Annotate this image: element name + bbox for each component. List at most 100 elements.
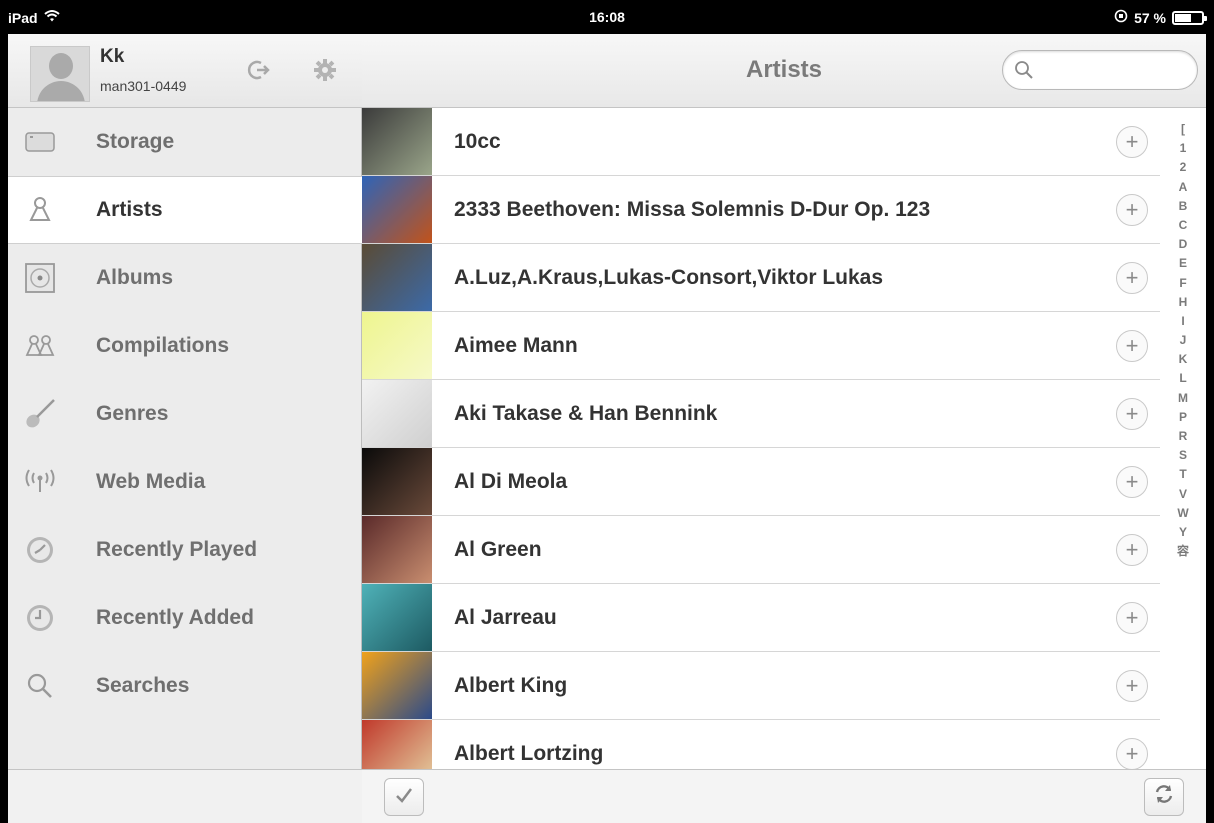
select-button[interactable] <box>384 778 424 816</box>
rotation-lock-icon <box>1114 9 1128 26</box>
sidebar-item-artists[interactable]: Artists <box>8 176 362 244</box>
add-icon[interactable]: + <box>1116 398 1148 430</box>
sidebar-item-label: Compilations <box>96 334 230 357</box>
user-profile: Kk man301-0449 <box>8 34 362 108</box>
artist-name: 2333 Beethoven: Missa Solemnis D-Dur Op.… <box>454 198 931 221</box>
add-icon[interactable]: + <box>1116 262 1148 294</box>
index-letter[interactable]: Y <box>1160 523 1206 542</box>
gear-icon[interactable] <box>312 58 338 84</box>
add-icon[interactable]: + <box>1116 194 1148 226</box>
sidebar-item-searches[interactable]: Searches <box>8 652 362 720</box>
add-icon[interactable]: + <box>1116 534 1148 566</box>
main-panel: Artists 10cc +2333 Beethoven: Missa Solem… <box>362 34 1206 823</box>
artist-row[interactable]: 10cc + <box>362 108 1160 176</box>
avatar[interactable] <box>30 46 90 102</box>
album-artwork <box>362 516 432 583</box>
sidebar-item-label: Recently Added <box>96 606 254 629</box>
artist-name: Al Jarreau <box>454 606 557 629</box>
compilations-icon <box>22 328 58 364</box>
sidebar-item-recently-played[interactable]: Recently Played <box>8 516 362 584</box>
index-letter[interactable]: T <box>1160 465 1206 484</box>
refresh-button[interactable] <box>1144 778 1184 816</box>
artist-row[interactable]: Albert King + <box>362 652 1160 720</box>
index-letter[interactable]: 1 <box>1160 139 1206 158</box>
album-icon <box>22 260 58 296</box>
index-letter[interactable]: F <box>1160 274 1206 293</box>
sidebar-item-label: Artists <box>96 198 163 221</box>
add-icon[interactable]: + <box>1116 126 1148 158</box>
search-input[interactable] <box>1039 57 1189 83</box>
artist-name: Al Green <box>454 538 542 561</box>
artist-name: Aimee Mann <box>454 334 578 357</box>
album-artwork <box>362 108 432 175</box>
sidebar-nav: Storage Artists Albums Compilations Genr… <box>8 108 362 720</box>
index-letter[interactable]: E <box>1160 254 1206 273</box>
index-letter[interactable]: M <box>1160 389 1206 408</box>
sidebar-item-genres[interactable]: Genres <box>8 380 362 448</box>
artist-name: Albert King <box>454 674 568 697</box>
artist-row[interactable]: A.Luz,A.Kraus,Lukas-Consort,Viktor Lukas… <box>362 244 1160 312</box>
checkmark-icon <box>395 786 413 809</box>
album-artwork <box>362 652 432 719</box>
artist-row[interactable]: Al Jarreau + <box>362 584 1160 652</box>
sidebar-item-compilations[interactable]: Compilations <box>8 312 362 380</box>
artist-row[interactable]: Aki Takase & Han Bennink + <box>362 380 1160 448</box>
artist-row[interactable]: Al Green + <box>362 516 1160 584</box>
artist-list: 10cc + 2333 Beethoven: Missa Solemnis D-Du… <box>362 108 1160 769</box>
index-letter[interactable]: J <box>1160 331 1206 350</box>
add-icon[interactable]: + <box>1116 738 1148 769</box>
sidebar-item-label: Albums <box>96 266 174 289</box>
index-letter[interactable]: A <box>1160 178 1206 197</box>
recently-added-icon <box>22 600 58 636</box>
album-artwork <box>362 244 432 311</box>
index-letter[interactable]: L <box>1160 369 1206 388</box>
user-name: Kk <box>100 46 125 67</box>
index-letter[interactable]: K <box>1160 350 1206 369</box>
index-letter[interactable]: V <box>1160 485 1206 504</box>
add-icon[interactable]: + <box>1116 670 1148 702</box>
add-icon[interactable]: + <box>1116 330 1148 362</box>
index-letter[interactable]: 容 <box>1160 542 1206 561</box>
artist-row[interactable]: Al Di Meola + <box>362 448 1160 516</box>
artist-name: Aki Takase & Han Bennink <box>454 402 718 425</box>
toolbar <box>362 769 1206 823</box>
sidebar-item-storage[interactable]: Storage <box>8 108 362 176</box>
sidebar-item-label: Recently Played <box>96 538 258 561</box>
index-letter[interactable]: S <box>1160 446 1206 465</box>
index-letter[interactable]: P <box>1160 408 1206 427</box>
index-letter[interactable]: H <box>1160 293 1206 312</box>
album-artwork <box>362 448 432 515</box>
sidebar-item-albums[interactable]: Albums <box>8 244 362 312</box>
alphabet-index[interactable]: [1 2 A B C D E F H I J K L M P R S T V W Y 容 <box>1160 108 1206 769</box>
artist-row[interactable]: 2333 Beethoven: Missa Solemnis D-Dur Op.… <box>362 176 1160 244</box>
status-bar: iPad 16:08 57 % <box>0 0 1214 34</box>
search-field[interactable] <box>1002 50 1198 90</box>
sidebar-item-label: Storage <box>96 130 175 153</box>
index-letter[interactable]: [ <box>1160 120 1206 139</box>
refresh-icon <box>1153 783 1175 811</box>
device-name: iPad <box>8 9 38 26</box>
index-letter[interactable]: W <box>1160 504 1206 523</box>
logout-icon[interactable] <box>246 58 272 84</box>
index-letter[interactable]: I <box>1160 312 1206 331</box>
artist-row[interactable]: Albert Lortzing + <box>362 720 1160 769</box>
index-letter[interactable]: R <box>1160 427 1206 446</box>
album-artwork <box>362 176 432 243</box>
artist-icon <box>22 192 58 228</box>
index-letter[interactable]: B <box>1160 197 1206 216</box>
add-icon[interactable]: + <box>1116 466 1148 498</box>
sidebar-item-recently-added[interactable]: Recently Added <box>8 584 362 652</box>
sidebar-item-label: Genres <box>96 402 169 425</box>
battery-icon <box>1172 10 1207 25</box>
index-letter[interactable]: D <box>1160 235 1206 254</box>
artist-name: A.Luz,A.Kraus,Lukas-Consort,Viktor Lukas <box>454 266 884 289</box>
web-media-icon <box>22 464 58 500</box>
app-window: Kk man301-0449 Storage Artists Albums Co… <box>8 34 1206 823</box>
add-icon[interactable]: + <box>1116 602 1148 634</box>
artist-row[interactable]: Aimee Mann + <box>362 312 1160 380</box>
sidebar-footer <box>8 769 362 823</box>
sidebar: Kk man301-0449 Storage Artists Albums Co… <box>8 34 362 823</box>
sidebar-item-web-media[interactable]: Web Media <box>8 448 362 516</box>
index-letter[interactable]: C <box>1160 216 1206 235</box>
index-letter[interactable]: 2 <box>1160 158 1206 177</box>
